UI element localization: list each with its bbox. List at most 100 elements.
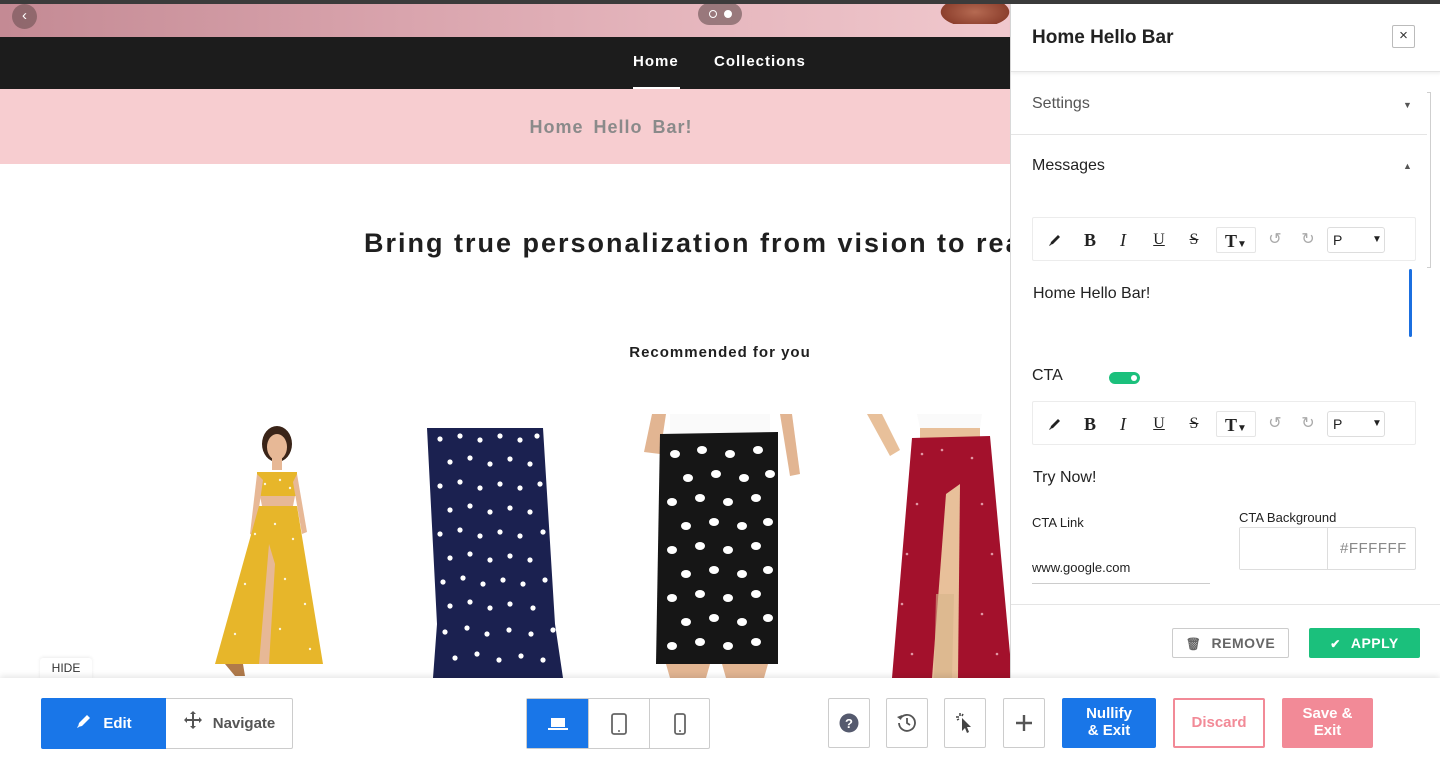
nullify-line-1: Nullify — [1086, 705, 1132, 722]
format-label: P — [1333, 232, 1343, 248]
text-size-label: T — [1225, 415, 1238, 435]
chevron-down-icon: ▼ — [1372, 234, 1382, 245]
italic-button[interactable]: I — [1110, 411, 1136, 437]
italic-button[interactable]: I — [1110, 227, 1136, 253]
carousel-dot[interactable] — [708, 10, 717, 18]
help-button[interactable]: ? — [828, 698, 870, 748]
messages-label: Messages — [1032, 157, 1105, 174]
carousel-dot-active[interactable] — [723, 10, 732, 18]
plus-icon — [1016, 715, 1032, 731]
add-element-button[interactable] — [1003, 698, 1045, 748]
hide-toolbar-tab[interactable]: HIDE — [40, 658, 92, 679]
text-size-dropdown[interactable]: T▼ — [1216, 227, 1256, 253]
save-exit-button[interactable]: Save & Exit — [1282, 698, 1373, 748]
text-color-pencil-icon[interactable] — [1042, 411, 1068, 437]
hero-prev-arrow-icon[interactable]: ‹ — [12, 4, 37, 29]
product-image-yellow-dress[interactable] — [205, 414, 335, 678]
history-icon — [897, 714, 916, 732]
strikethrough-button[interactable]: S — [1181, 411, 1207, 437]
settings-accordion[interactable]: Settings ▼ — [1011, 72, 1427, 135]
bold-button[interactable]: B — [1077, 411, 1103, 437]
redo-icon[interactable]: ↻ — [1295, 411, 1321, 437]
text-size-label: T — [1225, 231, 1238, 251]
save-line-1: Save & — [1302, 705, 1353, 722]
redo-icon[interactable]: ↻ — [1295, 227, 1321, 253]
panel-footer: 🗑 REMOVE ✔ APPLY — [1011, 604, 1440, 678]
color-swatch[interactable] — [1240, 528, 1328, 569]
svg-text:?: ? — [845, 716, 853, 731]
trash-icon: 🗑 — [1185, 637, 1202, 651]
navigate-mode-label: Navigate — [212, 715, 276, 732]
message-editor-text[interactable]: Home Hello Bar! — [1033, 285, 1150, 303]
nav-home-link[interactable]: Home — [633, 37, 680, 89]
hello-bar-panel: Home Hello Bar × Settings ▼ Messages ▲ B… — [1010, 4, 1440, 678]
paragraph-format-dropdown[interactable]: P ▼ — [1327, 227, 1385, 253]
cta-editor-toolbar: B I U S T▼ ↺ ↻ P ▼ — [1032, 401, 1416, 445]
check-icon: ✔ — [1330, 637, 1341, 651]
text-size-dropdown[interactable]: T▼ — [1216, 411, 1256, 437]
remove-label: REMOVE — [1211, 635, 1276, 651]
paragraph-format-dropdown[interactable]: P ▼ — [1327, 411, 1385, 437]
element-picker-button[interactable] — [944, 698, 986, 748]
desktop-view-button[interactable] — [527, 699, 588, 748]
cta-link-input[interactable]: www.google.com — [1032, 559, 1210, 584]
hello-bar-text: Home Hello Bar! — [529, 117, 693, 137]
editor-bottom-bar: Edit Navigate ? Nullify & Exit Discard S… — [0, 678, 1440, 768]
page-tagline: Bring true personalization from vision t… — [364, 228, 1023, 258]
edit-mode-button[interactable]: Edit — [41, 698, 166, 749]
cta-background-label: CTA Background — [1239, 510, 1337, 525]
store-nav: Home Collections — [0, 37, 1010, 89]
color-hex-value[interactable]: #FFFFFF — [1340, 540, 1407, 557]
settings-label: Settings — [1032, 95, 1090, 112]
product-image-navy-skirt[interactable] — [415, 414, 565, 678]
laptop-icon — [547, 717, 568, 730]
device-preview-group — [526, 698, 710, 749]
remove-button[interactable]: 🗑 REMOVE — [1172, 628, 1289, 658]
product-image-black-polka-skirt[interactable] — [630, 414, 800, 678]
history-button[interactable] — [886, 698, 928, 748]
underline-button[interactable]: U — [1146, 411, 1172, 437]
product-image-red-wrap-skirt[interactable] — [862, 414, 1010, 678]
text-color-pencil-icon[interactable] — [1042, 227, 1068, 253]
navigate-mode-button[interactable]: Navigate — [166, 698, 293, 749]
chevron-down-icon: ▼ — [1237, 239, 1247, 250]
cursor-select-icon — [956, 713, 971, 733]
hero-carousel-dots[interactable] — [698, 4, 742, 25]
phone-icon — [674, 712, 686, 735]
underline-button[interactable]: U — [1146, 227, 1172, 253]
tablet-view-button[interactable] — [588, 699, 649, 748]
apply-button[interactable]: ✔ APPLY — [1309, 628, 1420, 658]
hello-bar[interactable]: Home Hello Bar! — [0, 89, 1010, 164]
panel-scrollbar[interactable] — [1427, 92, 1431, 268]
apply-label: APPLY — [1350, 635, 1399, 651]
cta-link-label: CTA Link — [1032, 515, 1084, 530]
nullify-line-2: & Exit — [1087, 722, 1131, 739]
chevron-up-icon: ▲ — [1403, 161, 1412, 171]
nav-collections-link[interactable]: Collections — [714, 37, 806, 89]
move-arrows-icon — [183, 700, 203, 749]
cta-editor-text[interactable]: Try Now! — [1033, 469, 1096, 487]
app-stage: ‹ Home Collections Home Hello Bar! Bring… — [0, 0, 1440, 768]
messages-accordion[interactable]: Messages ▲ — [1011, 135, 1427, 185]
save-line-2: Exit — [1313, 722, 1342, 739]
strikethrough-button[interactable]: S — [1181, 227, 1207, 253]
close-icon[interactable]: × — [1392, 25, 1415, 48]
message-editor-toolbar: B I U S T▼ ↺ ↻ P ▼ — [1032, 217, 1416, 261]
undo-icon[interactable]: ↺ — [1262, 411, 1288, 437]
hero-image-detail — [935, 4, 1010, 24]
edit-mode-label: Edit — [103, 715, 132, 732]
cta-background-picker[interactable]: #FFFFFF — [1239, 527, 1416, 570]
bold-button[interactable]: B — [1077, 227, 1103, 253]
tablet-icon — [611, 712, 627, 735]
panel-header: Home Hello Bar × — [1011, 4, 1440, 72]
chevron-down-icon: ▼ — [1403, 100, 1412, 110]
help-icon: ? — [839, 713, 859, 733]
chevron-down-icon: ▼ — [1372, 418, 1382, 429]
undo-icon[interactable]: ↺ — [1262, 227, 1288, 253]
cta-toggle[interactable] — [1109, 372, 1140, 384]
discard-button[interactable]: Discard — [1173, 698, 1265, 748]
chevron-down-icon: ▼ — [1237, 423, 1247, 434]
pencil-icon — [75, 699, 93, 750]
nullify-exit-button[interactable]: Nullify & Exit — [1062, 698, 1156, 748]
mobile-view-button[interactable] — [649, 699, 710, 748]
